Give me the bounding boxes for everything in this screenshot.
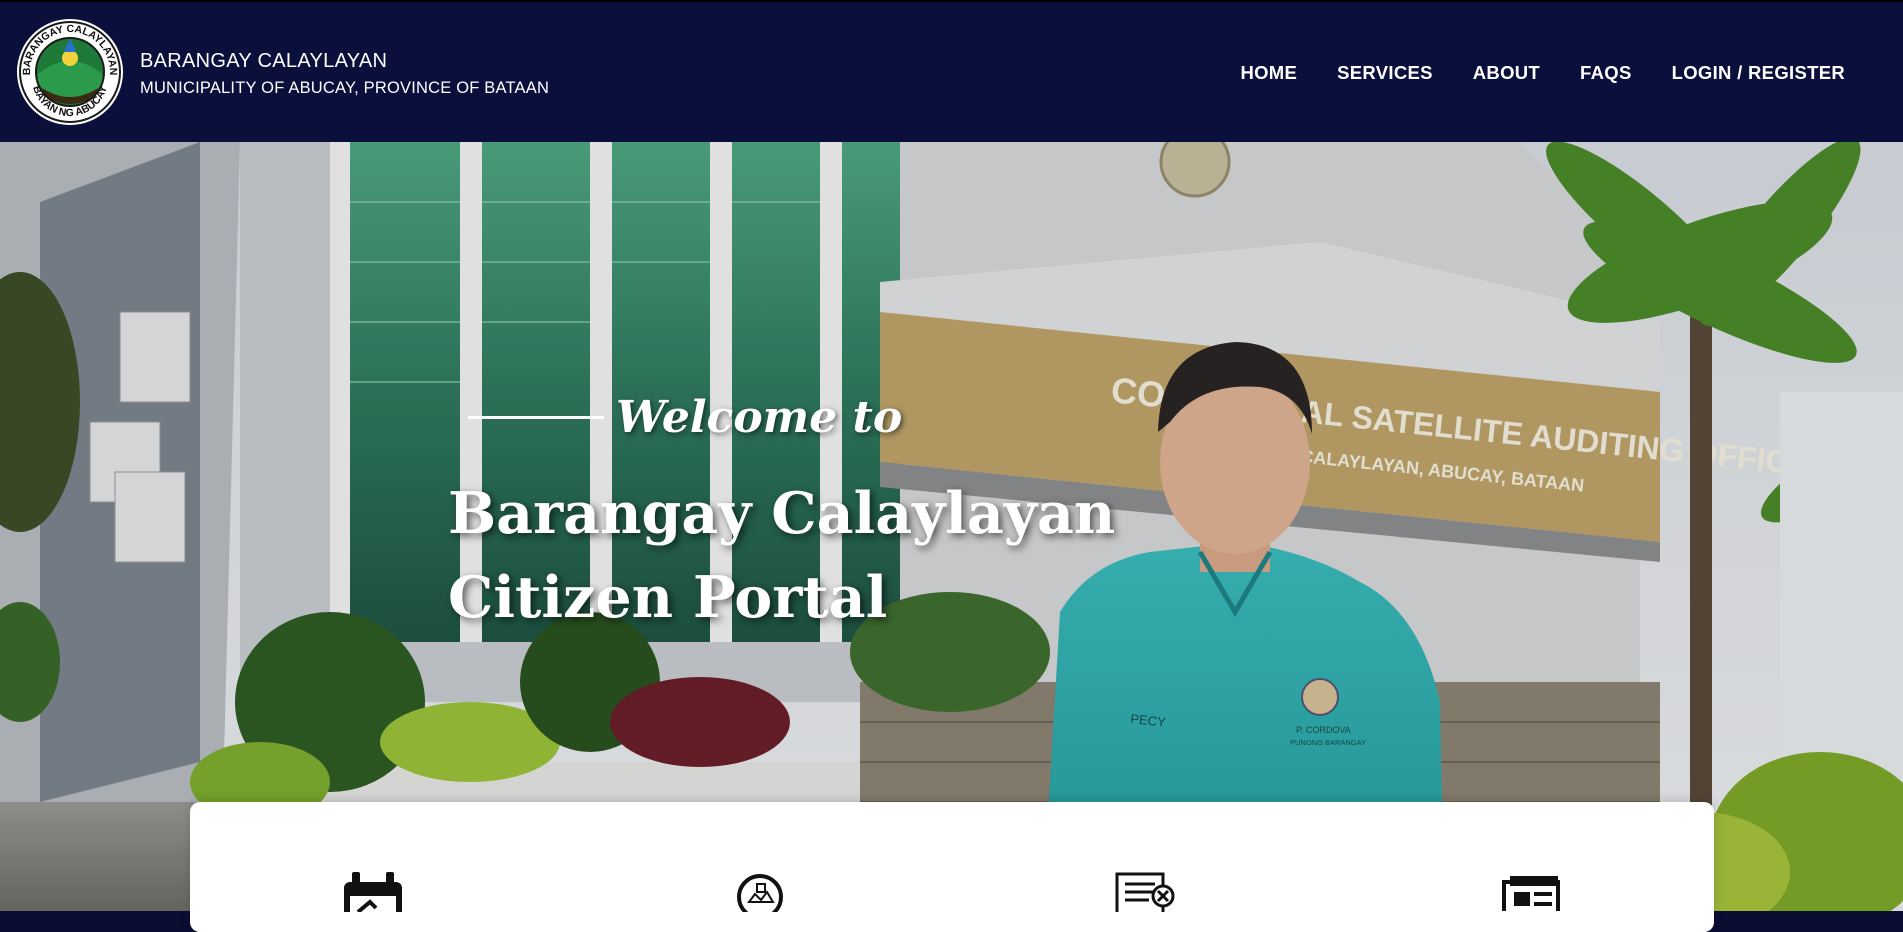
nav-faqs[interactable]: FAQS — [1580, 62, 1632, 84]
document-cancel-icon[interactable] — [1115, 872, 1177, 912]
nav-services[interactable]: SERVICES — [1337, 62, 1433, 84]
newspaper-icon[interactable] — [1502, 874, 1562, 911]
main-nav: HOME SERVICES ABOUT FAQS LOGIN / REGISTE… — [1240, 62, 1845, 84]
barangay-seal-logo[interactable]: BARANGAY CALAYLAYAN BAYAN NG ABUCAY — [16, 18, 124, 126]
nav-login-register[interactable]: LOGIN / REGISTER — [1672, 62, 1845, 84]
calendar-icon[interactable] — [342, 872, 404, 912]
top-navbar: BARANGAY CALAYLAYAN BAYAN NG ABUCAY BARA… — [0, 0, 1903, 142]
services-panel — [190, 802, 1714, 932]
welcome-text: Welcome to — [616, 392, 903, 443]
welcome-heading: Welcome to — [468, 392, 902, 443]
welcome-divider — [468, 416, 604, 419]
hero-title-line2: Citizen Portal — [448, 564, 888, 631]
location-search-icon[interactable] — [735, 872, 785, 912]
hero-banner: COA AL SATELLITE AUDITING OFFICE CALAYLA… — [0, 142, 1903, 911]
nav-about[interactable]: ABOUT — [1473, 62, 1540, 84]
hero-title-line1: Barangay Calaylayan — [448, 480, 1116, 547]
nav-home[interactable]: HOME — [1240, 62, 1297, 84]
site-subtitle: MUNICIPALITY OF ABUCAY, PROVINCE OF BATA… — [140, 79, 550, 97]
hero-title: Barangay Calaylayan Citizen Portal — [448, 472, 1115, 640]
site-title: BARANGAY CALAYLAYAN — [140, 50, 388, 72]
